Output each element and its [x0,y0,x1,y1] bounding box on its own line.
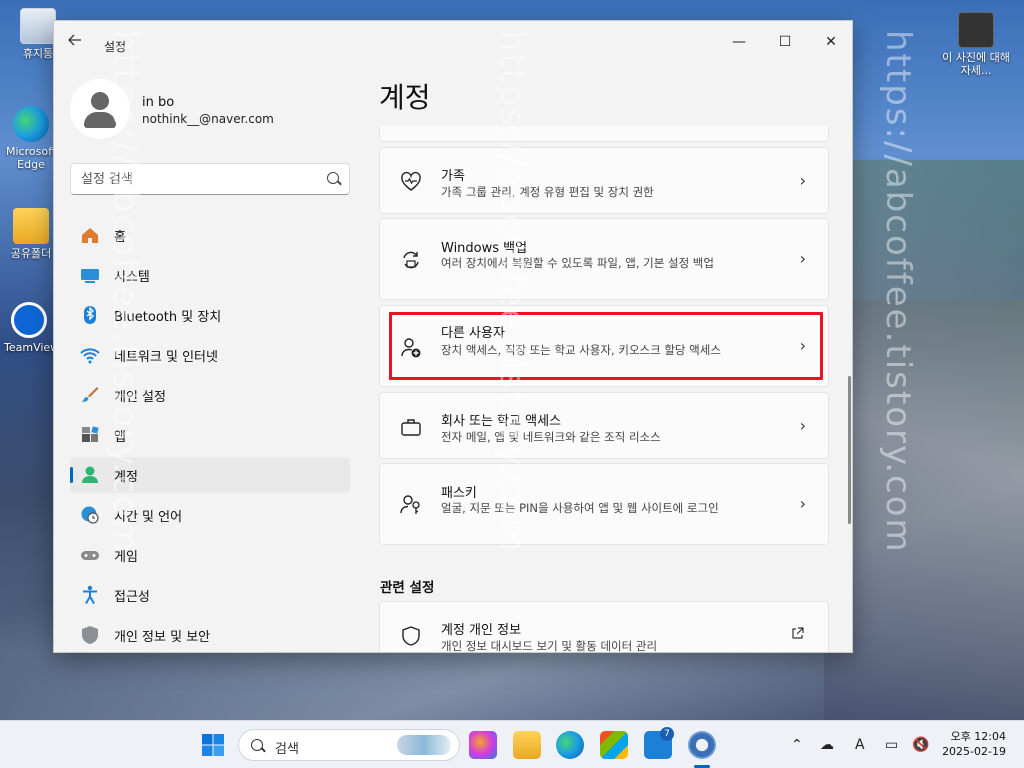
card-account-privacy[interactable]: 계정 개인 정보 개인 정보 대시보드 보기 및 활동 데이터 관리 [379,601,829,652]
store-icon[interactable] [600,731,628,759]
back-arrow-icon [68,34,81,46]
related-settings-header: 관련 설정 [380,580,435,596]
family-heart-icon [401,171,421,191]
search-icon[interactable] [327,172,339,184]
home-icon [82,228,98,243]
chevron-up-icon[interactable]: ⌃ [791,735,803,755]
briefcase-icon [401,419,421,436]
edge-icon[interactable] [556,731,584,759]
minimize-button[interactable]: — [716,27,762,57]
maximize-button[interactable]: ☐ [762,27,808,57]
chevron-right-icon: › [799,249,806,268]
gamepad-icon [81,551,99,560]
title-bar: 설정 — ☐ ✕ [54,21,852,61]
chevron-right-icon: › [799,171,806,190]
desktop-icon-shared-folder[interactable]: 공유폴더 [6,208,56,260]
bluetooth-icon [84,306,96,324]
accessibility-icon [83,585,97,604]
page-title: 계정 [379,81,431,114]
display-icon[interactable]: ▭ [885,735,898,755]
taskbar: 검색 7 ⌃ ☁ A ▭ 🔇 오후 12:04 2025-02-19 [0,720,1024,768]
scrollbar[interactable] [848,376,851,524]
account-icon [82,466,98,483]
watermark: https://abcoffee.tistory.com [492,30,532,554]
shield-icon [82,626,98,644]
desktop-icon-teamviewer[interactable]: TeamViewer [4,302,70,354]
card-passkey[interactable]: 패스키 얼굴, 지문 또는 PIN을 사용하여 앱 및 웹 사이트에 로그인 › [379,463,829,545]
brush-icon [82,387,99,402]
camera-info-icon [958,12,994,48]
folder-icon [13,208,49,244]
wifi-icon [80,348,100,364]
card-windows-backup[interactable]: Windows 백업 여러 장치에서 복원할 수 있도록 파일, 앱, 기본 설… [379,218,829,300]
desktop-wallpaper-accent [824,160,1024,720]
taskbar-clock[interactable]: 오후 12:04 2025-02-19 [940,729,1006,759]
external-link-icon [792,627,804,639]
content-scroll-area: 가족 가족 그룹 관리, 계정 유형 편집 및 장치 권한 › Windows … [379,126,831,652]
ime-indicator[interactable]: A [855,735,865,755]
system-icon [81,269,99,283]
card-work-school-access[interactable]: 회사 또는 학교 액세스 전자 메일, 앱 및 네트워크와 같은 조직 리소스 … [379,392,829,459]
shield-icon [402,626,420,646]
card-other-users[interactable]: 다른 사용자 장치 액세스, 직장 또는 학교 사용자, 키오스크 할당 액세스… [379,305,829,387]
backup-icon [403,251,419,269]
speaker-muted-icon[interactable]: 🔇 [912,735,929,755]
chevron-right-icon: › [799,416,806,435]
back-button[interactable] [68,33,88,49]
desktop-icon-edge[interactable]: Microsoft Edge [6,106,56,171]
settings-window: 설정 — ☐ ✕ in bo nothink__@naver.com 홈 시스템… [53,20,853,653]
windows-start-icon[interactable] [201,733,225,757]
passkey-icon [400,495,420,514]
search-icon [251,739,263,751]
notification-badge: 7 [660,727,674,741]
settings-gear-icon[interactable] [688,731,716,759]
taskbar-search[interactable]: 검색 [238,729,460,761]
user-email: nothink__@naver.com [142,112,274,126]
card-stub [379,126,829,142]
copilot-icon[interactable] [469,731,497,759]
sidebar-item-privacy[interactable]: 개인 정보 및 보안 [70,617,350,652]
watermark: https://abcoffee.tistory.com [878,30,918,554]
watermark: https://abcoffee.tistory.com [105,30,145,554]
globe-clock-icon [81,506,99,524]
desktop-icon-photo-info[interactable]: 이 사진에 대해 자세... [938,12,1014,77]
close-button[interactable]: ✕ [808,27,852,57]
sidebar-item-accessibility[interactable]: 접근성 [70,577,350,613]
apps-icon [82,426,99,442]
search-highlight-art [397,735,451,755]
card-family[interactable]: 가족 가족 그룹 관리, 계정 유형 편집 및 장치 권한 › [379,147,829,214]
cloud-sync-icon[interactable]: ☁ [820,735,834,755]
file-explorer-icon[interactable] [513,731,541,759]
chevron-right-icon: › [799,494,806,513]
chevron-right-icon: › [799,336,806,355]
user-name: in bo [142,95,175,110]
teamviewer-icon [11,302,47,338]
recycle-bin-icon [20,8,56,44]
add-user-icon [401,338,421,358]
edge-icon [13,106,49,142]
